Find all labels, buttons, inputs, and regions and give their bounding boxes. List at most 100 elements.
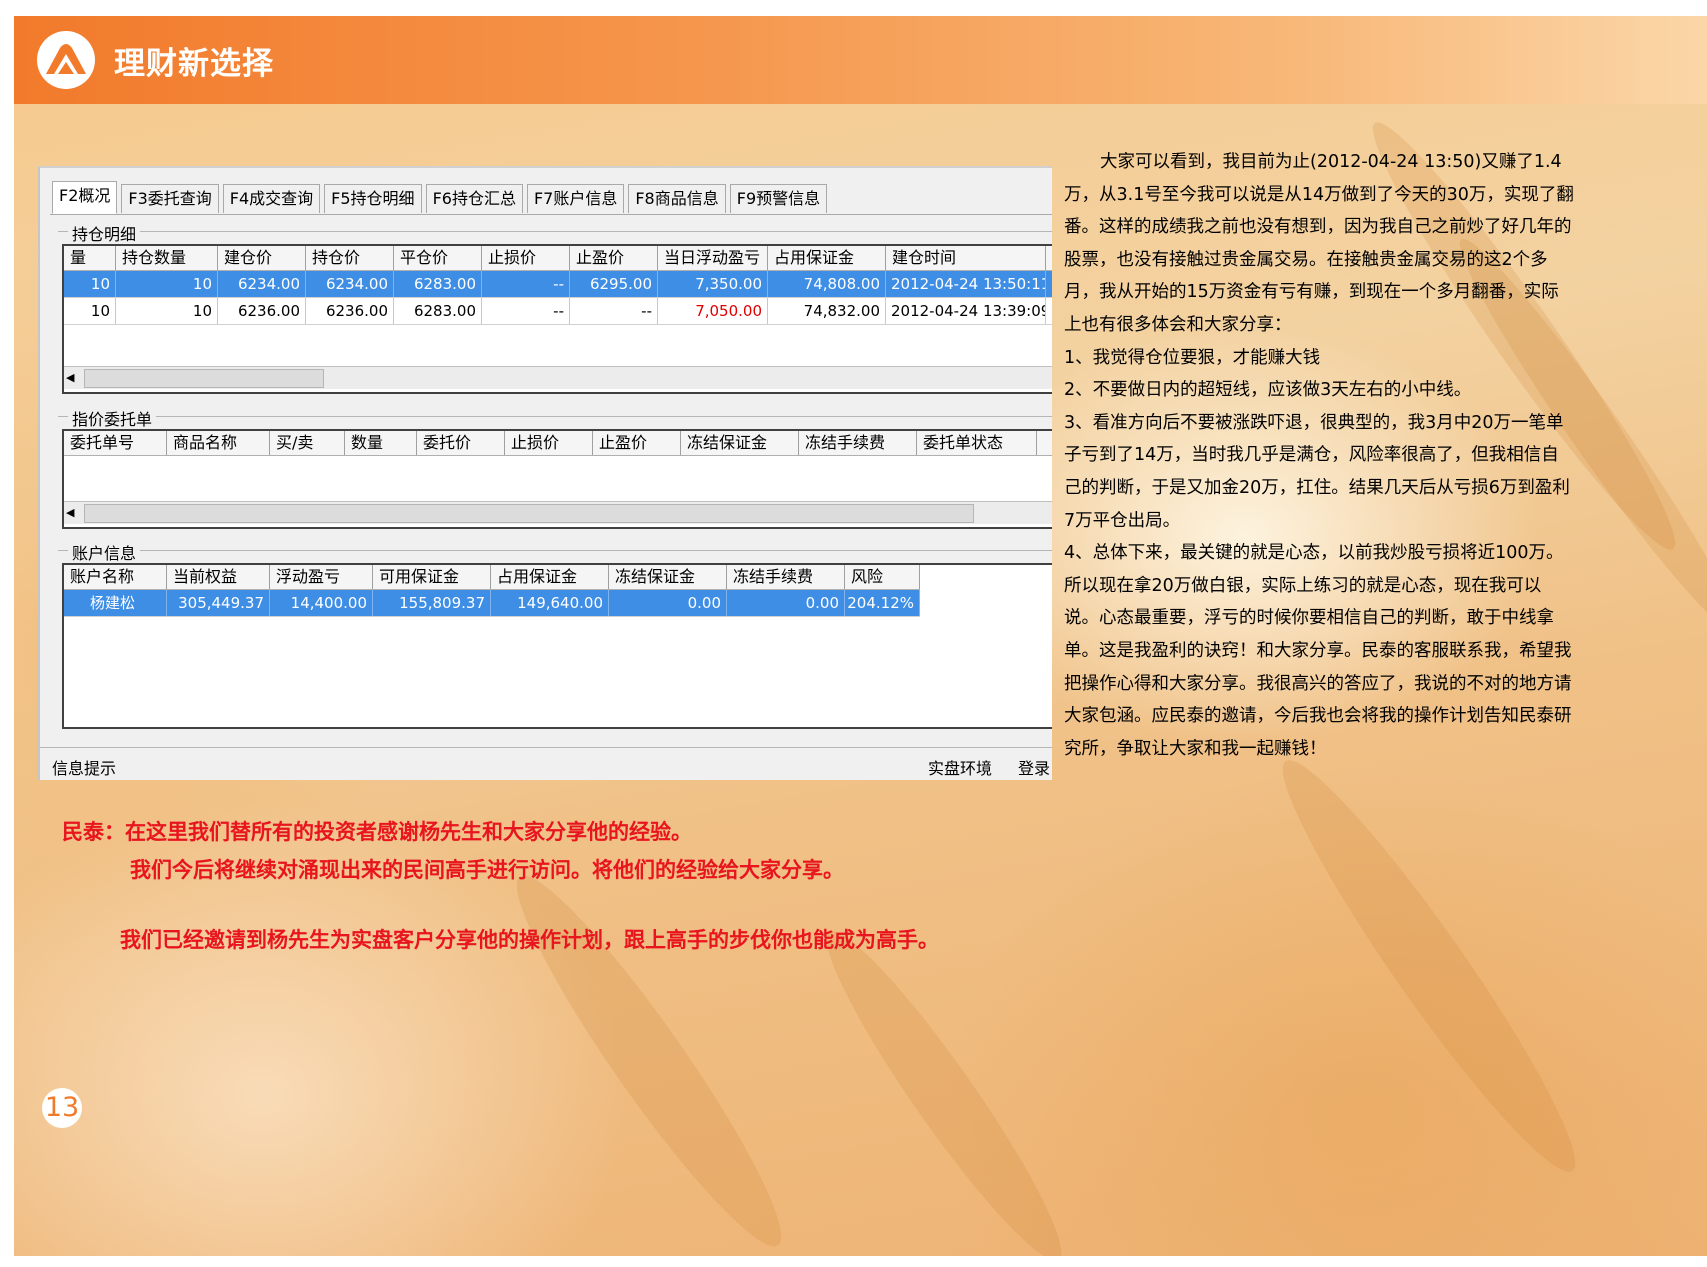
cell: 204.12% (845, 590, 920, 616)
col-header[interactable]: 当日浮动盈亏 (658, 246, 768, 270)
col-header[interactable]: 冻结手续费 (799, 431, 917, 455)
col-header[interactable]: 止盈价 (593, 431, 681, 455)
table-row[interactable]: 10 10 6236.00 6236.00 6283.00 -- -- 7,05… (64, 298, 1052, 325)
account-group-label: 账户信息 (68, 540, 141, 564)
orders-group-label: 指价委托单 (68, 406, 157, 430)
article-paragraph: 2、不要做日内的超短线，应该做3天左右的小中线。 (1064, 380, 1472, 401)
cell: 6234.00 (218, 271, 306, 297)
tab-f6-position-summary[interactable]: F6持仓汇总 (425, 184, 523, 213)
article-paragraph: 4、总体下来，最关键的就是心态，以前我炒股亏损将近100万。所以现在拿20万做白… (1064, 543, 1572, 759)
scroll-thumb[interactable] (84, 369, 324, 388)
cell: 0.00 (727, 590, 845, 616)
col-header[interactable]: 当前权益 (167, 565, 270, 589)
article-text: 大家可以看到，我目前为止(2012-04-24 13:50)又赚了1.4万，从3… (1064, 146, 1574, 765)
account-table: 账户名称 当前权益 浮动盈亏 可用保证金 占用保证金 冻结保证金 冻结手续费 风… (62, 563, 1052, 729)
positions-table: 量 持仓数量 建仓价 持仓价 平仓价 止损价 止盈价 当日浮动盈亏 占用保证金 … (62, 244, 1052, 394)
col-header[interactable]: 可用保证金 (373, 565, 491, 589)
tab-f3-order-query[interactable]: F3委托查询 (121, 184, 219, 213)
tab-f7-account-info[interactable]: F7账户信息 (526, 184, 625, 213)
page-number: 13 (42, 1088, 82, 1128)
cell: 7,050.00 (658, 298, 768, 324)
cell: 2012-04-24 13:50:11 (886, 271, 1046, 297)
col-header[interactable]: 占用保证金 (491, 565, 609, 589)
col-header[interactable]: 委托价 (417, 431, 505, 455)
invitation-note: 我们已经邀请到杨先生为实盘客户分享他的操作计划，跟上高手的步伐你也能成为高手。 (120, 928, 939, 952)
cell: 6236.00 (306, 298, 394, 324)
cell: 74,832.00 (768, 298, 886, 324)
cell: 6236.00 (218, 298, 306, 324)
col-header[interactable]: 冻结保证金 (681, 431, 799, 455)
positions-group-label: 持仓明细 (68, 221, 141, 245)
cell: 6283.00 (394, 271, 482, 297)
header-bar: 理财新选择 (14, 16, 1707, 104)
scroll-left-arrow-icon[interactable]: ◀ (66, 371, 80, 385)
cell: -- (482, 271, 570, 297)
tab-f8-product-info[interactable]: F8商品信息 (628, 184, 726, 213)
thanks-note: 民泰：在这里我们替所有的投资者感谢杨先生和大家分享他的经验。 (62, 820, 692, 844)
brand-title: 理财新选择 (114, 46, 274, 82)
col-header[interactable]: 冻结手续费 (727, 565, 845, 589)
col-header[interactable]: 建仓时间 (886, 246, 1046, 270)
cell: 7,350.00 (658, 271, 768, 297)
environment-label: 实盘环境 (928, 759, 993, 778)
tab-f4-trade-query[interactable]: F4成交查询 (222, 184, 321, 213)
col-header[interactable]: 商品名称 (167, 431, 270, 455)
table-row[interactable]: 杨建松 305,449.37 14,400.00 155,809.37 149,… (64, 590, 920, 617)
col-header[interactable]: 占用保证金 (768, 246, 886, 270)
tab-f9-alert-info[interactable]: F9预警信息 (729, 184, 828, 213)
scroll-thumb[interactable] (84, 504, 974, 523)
cell: 74,808.00 (768, 271, 886, 297)
cell: 杨建松 (64, 590, 167, 616)
login-label[interactable]: 登录 (1018, 755, 1050, 779)
status-message: 信息提示 (52, 759, 117, 778)
wave-logo-icon (37, 31, 95, 89)
col-header[interactable]: 风险 (845, 565, 920, 589)
col-header[interactable]: 持仓价 (306, 246, 394, 270)
positions-header: 量 持仓数量 建仓价 持仓价 平仓价 止损价 止盈价 当日浮动盈亏 占用保证金 … (64, 246, 1052, 271)
cell: 6234.00 (306, 271, 394, 297)
orders-header: 委托单号 商品名称 买/卖 数量 委托价 止损价 止盈价 冻结保证金 冻结手续费… (64, 431, 1052, 456)
col-header[interactable]: 数量 (345, 431, 417, 455)
col-header[interactable]: 平仓价 (394, 246, 482, 270)
trading-window: F2概况 F3委托查询 F4成交查询 F5持仓明细 F6持仓汇总 F7账户信息 … (38, 166, 1052, 780)
col-header[interactable]: 账户名称 (64, 565, 167, 589)
cell: 149,640.00 (491, 590, 609, 616)
col-header[interactable]: 止盈价 (570, 246, 658, 270)
tab-f5-position-detail[interactable]: F5持仓明细 (324, 184, 422, 213)
col-header[interactable]: 量 (64, 246, 116, 270)
account-header: 账户名称 当前权益 浮动盈亏 可用保证金 占用保证金 冻结保证金 冻结手续费 风… (64, 565, 920, 590)
cell: 6283.00 (394, 298, 482, 324)
col-header[interactable]: 止损价 (505, 431, 593, 455)
col-header[interactable]: 委托单号 (64, 431, 167, 455)
orders-scrollbar[interactable]: ◀ (64, 501, 1052, 524)
col-header[interactable]: 止损价 (482, 246, 570, 270)
cell: 10 (64, 298, 116, 324)
cell: 305,449.37 (167, 590, 270, 616)
scroll-left-arrow-icon[interactable]: ◀ (66, 506, 80, 520)
article-paragraph: 1、我觉得仓位要狠，才能赚大钱 (1064, 347, 1321, 368)
col-header[interactable]: 委托单状态 (917, 431, 1037, 455)
tab-bar: F2概况 F3委托查询 F4成交查询 F5持仓明细 F6持仓汇总 F7账户信息 … (52, 181, 831, 214)
col-header[interactable]: 冻结保证金 (609, 565, 727, 589)
article-paragraph: 大家可以看到，我目前为止(2012-04-24 13:50)又赚了1.4万，从3… (1064, 152, 1574, 335)
orders-table: 委托单号 商品名称 买/卖 数量 委托价 止损价 止盈价 冻结保证金 冻结手续费… (62, 429, 1052, 529)
positions-scrollbar[interactable]: ◀ (64, 366, 1052, 389)
cell: 155,809.37 (373, 590, 491, 616)
cell: 10 (116, 271, 218, 297)
cell: -- (482, 298, 570, 324)
table-row[interactable]: 10 10 6234.00 6234.00 6283.00 -- 6295.00… (64, 271, 1052, 298)
col-header[interactable]: 建仓价 (218, 246, 306, 270)
col-header[interactable]: 浮动盈亏 (270, 565, 373, 589)
status-bar: 信息提示 实盘环境 登录 (40, 747, 1052, 780)
cell: -- (570, 298, 658, 324)
article-paragraph: 3、看准方向后不要被涨跌吓退，很典型的，我3月中20万一笔单子亏到了14万，当时… (1064, 412, 1570, 531)
tab-f2-overview[interactable]: F2概况 (52, 181, 118, 214)
slide-background: 理财新选择 F2概况 F3委托查询 F4成交查询 F5持仓明细 F6持仓汇总 F… (14, 16, 1707, 1256)
cell: 0.00 (609, 590, 727, 616)
cell: 10 (116, 298, 218, 324)
col-header[interactable]: 买/卖 (270, 431, 345, 455)
cell: 2012-04-24 13:39:09 (886, 298, 1046, 324)
cell: 10 (64, 271, 116, 297)
interview-note: 我们今后将继续对涌现出来的民间高手进行访问。将他们的经验给大家分享。 (130, 858, 844, 882)
col-header[interactable]: 持仓数量 (116, 246, 218, 270)
